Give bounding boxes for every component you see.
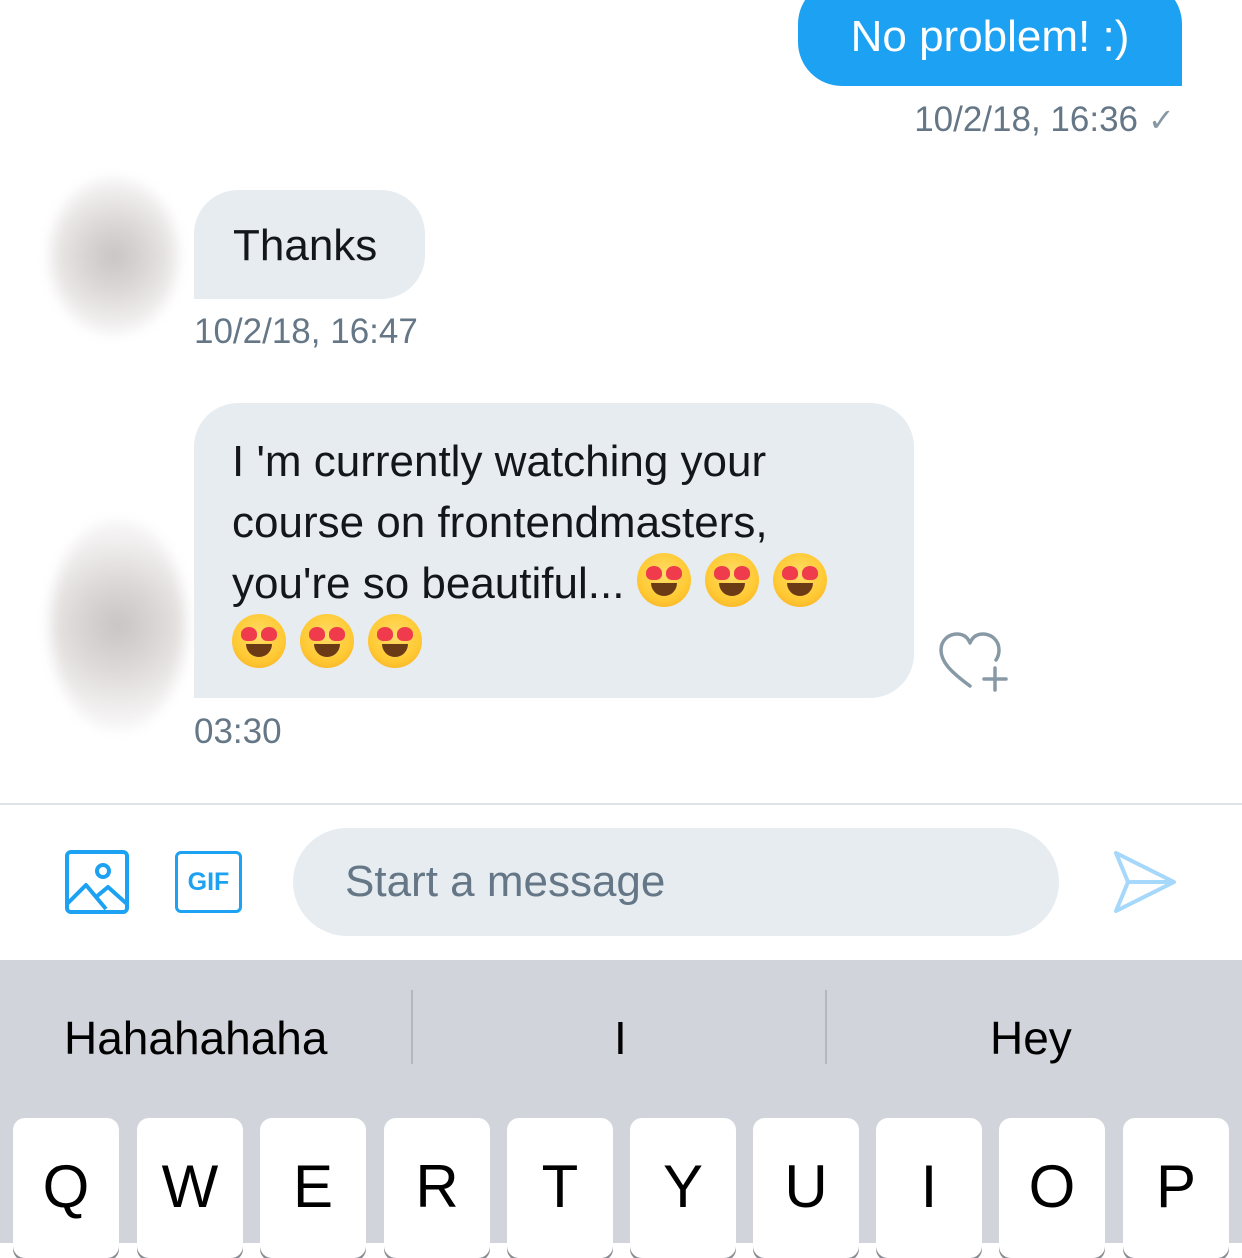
- read-check-icon: ✓: [1148, 102, 1175, 138]
- key-o[interactable]: O: [999, 1118, 1105, 1258]
- send-icon: [1114, 851, 1176, 913]
- media-icon: [65, 850, 129, 914]
- heart-eyes-emoji: [636, 553, 691, 607]
- suggestion-2[interactable]: I: [614, 1012, 627, 1064]
- heart-plus-icon: [939, 632, 1008, 692]
- heart-eyes-emoji: [772, 553, 827, 607]
- add-gif-button[interactable]: GIF: [175, 851, 242, 913]
- key-q[interactable]: Q: [13, 1118, 119, 1258]
- suggestion-3[interactable]: Hey: [990, 1012, 1072, 1064]
- key-u[interactable]: U: [753, 1118, 859, 1258]
- message-text: No problem! :): [850, 12, 1130, 61]
- suggestion-divider: [825, 990, 827, 1064]
- message-timestamp: 10/2/18, 16:47: [194, 312, 418, 351]
- sent-message-bubble[interactable]: No problem! :): [798, 0, 1182, 86]
- received-message-bubble[interactable]: I 'm currently watching your course on f…: [194, 403, 914, 698]
- suggestion-divider: [411, 990, 413, 1064]
- message-timestamp: 03:30: [194, 712, 282, 751]
- avatar[interactable]: [50, 178, 178, 334]
- received-message-bubble[interactable]: Thanks: [194, 190, 425, 299]
- composer-divider: [0, 803, 1242, 805]
- key-p[interactable]: P: [1123, 1118, 1229, 1258]
- message-input[interactable]: Start a message: [293, 828, 1059, 936]
- add-photo-button[interactable]: [64, 849, 130, 915]
- key-w[interactable]: W: [137, 1118, 243, 1258]
- heart-eyes-emoji: [368, 614, 422, 668]
- key-t[interactable]: T: [507, 1118, 613, 1258]
- key-r[interactable]: R: [384, 1118, 490, 1258]
- message-text: Thanks: [233, 221, 378, 270]
- send-button[interactable]: [1112, 849, 1178, 915]
- suggestion-1[interactable]: Hahahahaha: [64, 1012, 327, 1064]
- key-y[interactable]: Y: [630, 1118, 736, 1258]
- like-message-button[interactable]: [937, 630, 1013, 694]
- key-i[interactable]: I: [876, 1118, 982, 1258]
- key-e[interactable]: E: [260, 1118, 366, 1258]
- message-timestamp: 10/2/18, 16:36: [914, 100, 1138, 139]
- heart-eyes-emoji: [300, 614, 354, 668]
- heart-eyes-emoji: [232, 614, 286, 668]
- avatar[interactable]: [50, 520, 186, 730]
- heart-eyes-emoji: [704, 553, 759, 607]
